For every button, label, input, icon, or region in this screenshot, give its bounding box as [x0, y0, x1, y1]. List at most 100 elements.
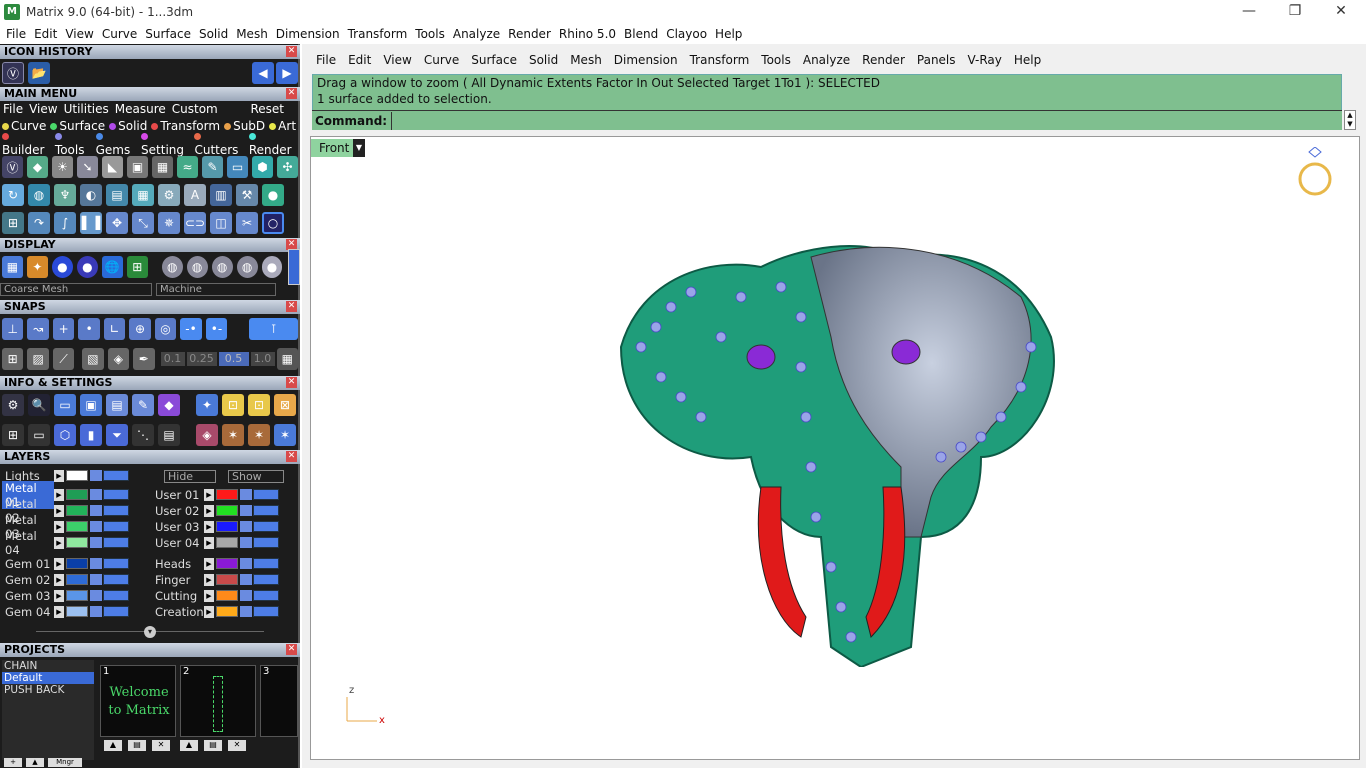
split-icon[interactable]: ⊞ — [2, 212, 24, 234]
menu-dimension[interactable]: Dimension — [272, 27, 344, 41]
lock-icon[interactable] — [240, 606, 252, 617]
menu-solid[interactable]: Solid — [195, 27, 232, 41]
material-sphere-2-icon[interactable]: ◍ — [186, 256, 208, 278]
builder-builder[interactable]: Builder — [0, 129, 53, 157]
layer-name[interactable]: Metal 04 — [2, 529, 54, 557]
layer-color-swatch[interactable] — [216, 590, 238, 601]
layer-visibility-toggle[interactable] — [103, 521, 129, 532]
document-icon[interactable]: ▤ — [106, 394, 128, 416]
lock-icon[interactable] — [90, 574, 102, 585]
layer-visibility-toggle[interactable] — [103, 489, 129, 500]
layer-row[interactable]: Gem 04 ▶ — [2, 604, 129, 619]
expand-icon[interactable]: ▶ — [54, 520, 64, 533]
command-input[interactable] — [391, 111, 1342, 130]
history-forward-icon[interactable]: ▶ — [276, 62, 298, 84]
lock-icon[interactable] — [90, 590, 102, 601]
menu-surface[interactable]: Surface — [141, 27, 195, 41]
matrix-icon[interactable]: Ⓥ — [2, 156, 23, 178]
show-button[interactable]: Show — [228, 470, 284, 483]
pen-icon[interactable]: ✒ — [133, 348, 155, 370]
layer-name[interactable]: User 04 — [152, 536, 204, 550]
layer-color-swatch[interactable] — [216, 521, 238, 532]
export-icon[interactable]: ⊠ — [274, 394, 296, 416]
expand-icon[interactable]: ▶ — [54, 536, 64, 549]
expand-icon[interactable]: ▶ — [204, 605, 214, 618]
lock-icon[interactable] — [90, 489, 102, 500]
layer-color-swatch[interactable] — [66, 606, 88, 617]
layers-icon[interactable]: ▭ — [54, 394, 76, 416]
box-info-icon[interactable]: ▣ — [80, 394, 102, 416]
render-settings-icon[interactable]: ✦ — [196, 394, 218, 416]
layer-row[interactable]: Gem 03 ▶ — [2, 588, 129, 603]
sun-icon[interactable]: ☀ — [52, 156, 73, 178]
project-thumb-1[interactable]: 1 Welcome to Matrix — [100, 665, 176, 737]
grid-settings-icon[interactable]: ▦ — [276, 348, 298, 370]
front-viewport[interactable]: Front ▼ z x — [310, 136, 1360, 760]
viewport-label[interactable]: Front ▼ — [311, 139, 365, 157]
layer-visibility-toggle[interactable] — [103, 537, 129, 548]
close-icon[interactable]: ✕ — [286, 301, 297, 312]
center-snap-icon[interactable]: ⊕ — [129, 318, 151, 340]
hatch-icon[interactable]: ▧ — [82, 348, 104, 370]
layer-color-swatch[interactable] — [216, 558, 238, 569]
snap-value-0-25[interactable]: 0.25 — [186, 352, 217, 366]
close-button[interactable]: ✕ — [1318, 0, 1364, 23]
arc-icon[interactable]: ↷ — [28, 212, 50, 234]
layer-row[interactable]: Metal 04 ▶ — [2, 529, 129, 557]
expand-icon[interactable]: ▶ — [204, 504, 214, 517]
layer-color-swatch[interactable] — [66, 574, 88, 585]
near-snap-icon[interactable]: ↝ — [27, 318, 49, 340]
menu-analyze[interactable]: Analyze — [449, 27, 504, 41]
manager-button[interactable]: Mngr — [48, 758, 82, 767]
lock-icon[interactable] — [90, 537, 102, 548]
layer-visibility-toggle[interactable] — [253, 537, 279, 548]
sphere-tool-icon[interactable]: ● — [262, 184, 284, 206]
material-sphere-3-icon[interactable]: ◍ — [211, 256, 233, 278]
lock-icon[interactable] — [90, 521, 102, 532]
save-icon[interactable]: ▤ — [128, 740, 146, 751]
layer-row[interactable]: Gem 01 ▶ — [2, 556, 129, 571]
settings-gear-icon[interactable]: ⚙ — [2, 394, 24, 416]
main-menu-view[interactable]: View — [26, 102, 60, 116]
expand-icon[interactable]: ▶ — [54, 573, 64, 586]
close-icon[interactable]: ✕ — [286, 88, 297, 99]
scale-icon[interactable]: ⤡ — [132, 212, 154, 234]
layer-row[interactable]: Finger ▶ — [152, 572, 279, 587]
close-icon[interactable]: ✕ — [286, 451, 297, 462]
cone-icon[interactable]: ◣ — [102, 156, 123, 178]
layer-name[interactable]: Heads — [152, 557, 204, 571]
close-icon[interactable]: ✕ — [286, 644, 297, 655]
fan-icon[interactable]: ✵ — [158, 212, 180, 234]
rhino-menu-dimension[interactable]: Dimension — [608, 53, 684, 67]
rhino-menu-surface[interactable]: Surface — [465, 53, 523, 67]
restore-button[interactable]: ❐ — [1272, 0, 1318, 23]
band-icon[interactable]: ▤ — [106, 184, 128, 206]
expand-icon[interactable]: ▶ — [54, 469, 64, 482]
hide-button[interactable]: Hide — [164, 470, 216, 483]
layer-color-swatch[interactable] — [66, 521, 88, 532]
lock-icon[interactable] — [90, 505, 102, 516]
layer-color-swatch[interactable] — [66, 590, 88, 601]
builder-render[interactable]: Render — [247, 129, 300, 157]
layer-visibility-toggle[interactable] — [103, 574, 129, 585]
rhino-menu-panels[interactable]: Panels — [911, 53, 962, 67]
layer-visibility-toggle[interactable] — [103, 590, 129, 601]
menu-transform[interactable]: Transform — [344, 27, 412, 41]
rhino-menu-file[interactable]: File — [310, 53, 342, 67]
close-icon[interactable]: ✕ — [286, 377, 297, 388]
layer-row[interactable]: Gem 02 ▶ — [2, 572, 129, 587]
layer-color-swatch[interactable] — [66, 489, 88, 500]
chevron-down-icon[interactable]: ▼ — [353, 139, 365, 157]
layer-visibility-toggle[interactable] — [103, 558, 129, 569]
link-icon[interactable]: ⊂⊃ — [184, 212, 206, 234]
monitor-icon[interactable]: ▭ — [28, 424, 50, 446]
main-menu-reset[interactable]: Reset — [250, 102, 300, 116]
open-folder-icon[interactable]: 📂 — [28, 62, 50, 84]
lock-icon[interactable] — [240, 505, 252, 516]
layer-color-swatch[interactable] — [216, 537, 238, 548]
layer-visibility-toggle[interactable] — [103, 606, 129, 617]
layer-color-swatch[interactable] — [216, 574, 238, 585]
project-item[interactable]: PUSH BACK — [2, 684, 94, 696]
rhino-menu-edit[interactable]: Edit — [342, 53, 377, 67]
snap-value-0-1[interactable]: 0.1 — [160, 352, 185, 366]
